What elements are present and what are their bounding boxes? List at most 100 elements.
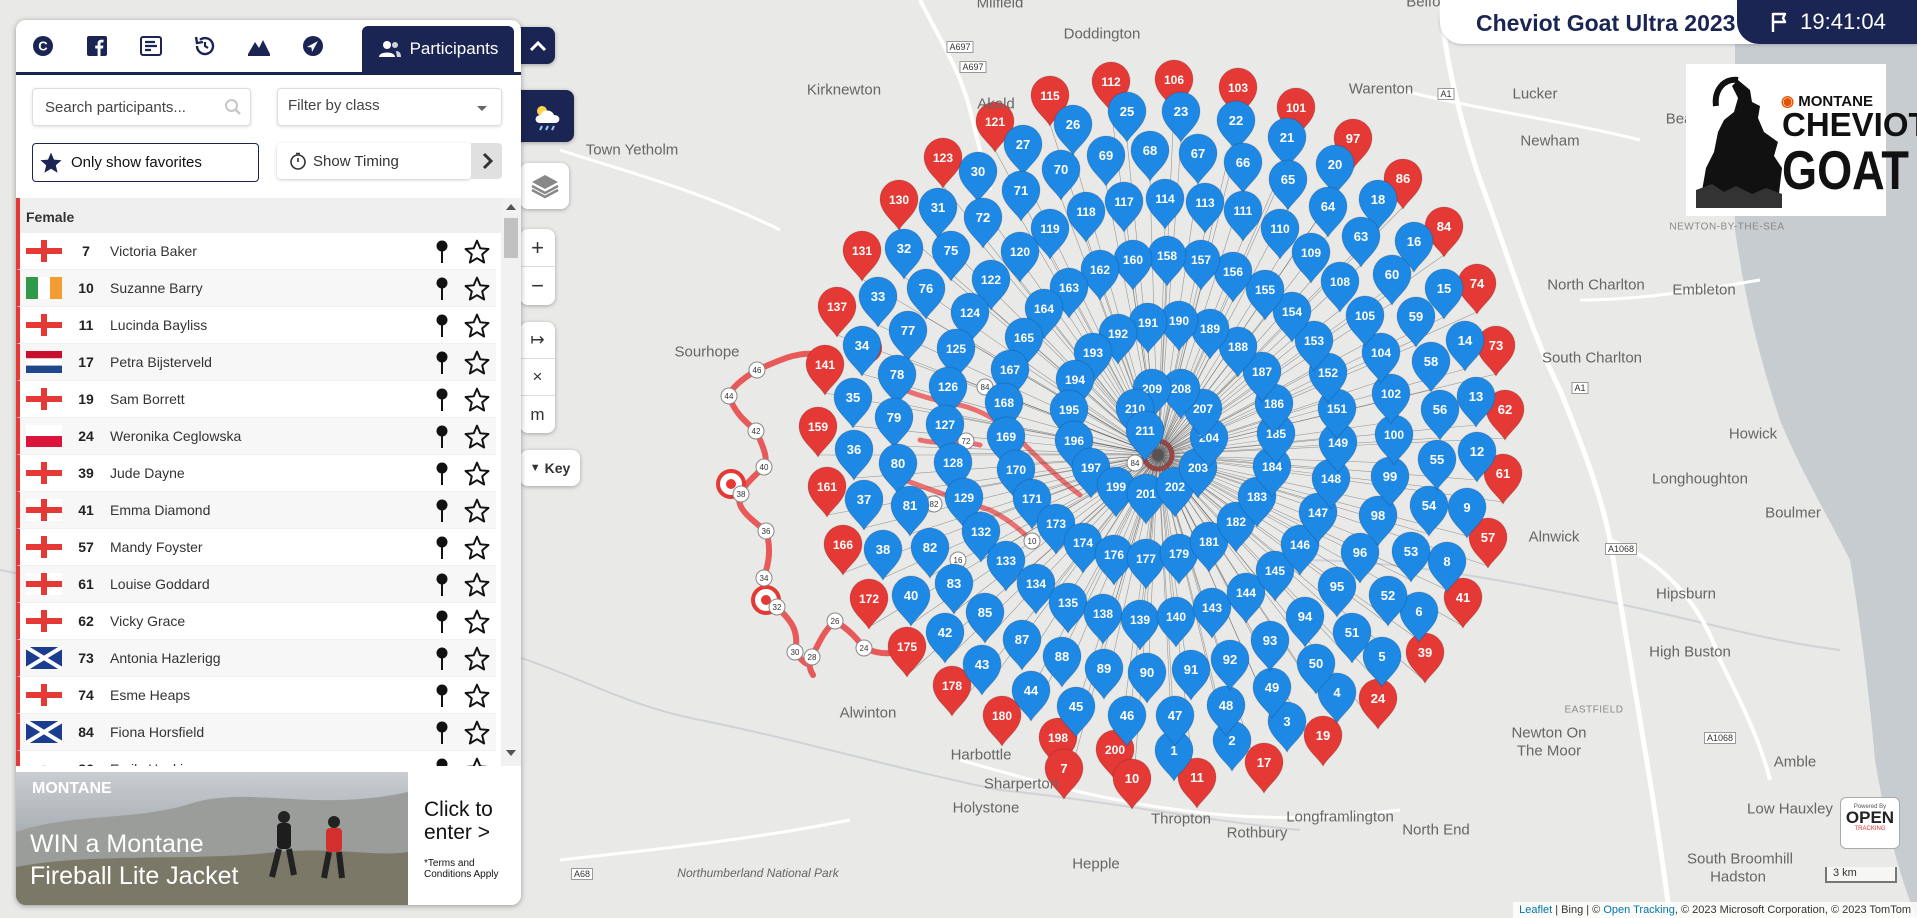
search-icon[interactable] bbox=[224, 98, 242, 116]
clear-measure-button[interactable]: × bbox=[520, 359, 555, 396]
checkpoint-marker[interactable]: 46 bbox=[748, 361, 766, 379]
marker-female[interactable]: 123 bbox=[923, 137, 963, 190]
checkpoint-marker[interactable]: 26 bbox=[826, 612, 844, 630]
marker-male[interactable]: 66 bbox=[1223, 142, 1263, 195]
participant-row[interactable]: 74 Esme Heaps bbox=[16, 677, 496, 714]
marker-male[interactable]: 42 bbox=[925, 612, 965, 665]
checkpoint-marker[interactable]: 24 bbox=[855, 639, 873, 657]
marker-male[interactable]: 53 bbox=[1391, 531, 1431, 584]
marker-male[interactable]: 135 bbox=[1048, 582, 1088, 635]
marker-male[interactable]: 143 bbox=[1192, 587, 1232, 640]
marker-male[interactable]: 111 bbox=[1223, 190, 1263, 243]
marker-male[interactable]: 33 bbox=[858, 276, 898, 329]
show-timing-button[interactable]: Show Timing bbox=[277, 143, 471, 179]
marker-male[interactable]: 88 bbox=[1042, 636, 1082, 689]
locate-pin-icon[interactable] bbox=[435, 240, 449, 264]
marker-female[interactable]: 39 bbox=[1405, 632, 1445, 685]
marker-male[interactable]: 69 bbox=[1086, 135, 1126, 188]
marker-male[interactable]: 87 bbox=[1002, 619, 1042, 672]
checkpoint-marker[interactable]: 32 bbox=[768, 598, 786, 616]
marker-male[interactable]: 60 bbox=[1372, 254, 1412, 307]
marker-female[interactable]: 175 bbox=[887, 626, 927, 679]
marker-male[interactable]: 71 bbox=[1001, 170, 1041, 223]
marker-male[interactable]: 138 bbox=[1083, 593, 1123, 646]
open-tracking-link[interactable]: Open Tracking bbox=[1603, 904, 1675, 916]
timing-next-button[interactable] bbox=[471, 143, 502, 179]
marker-male[interactable]: 64 bbox=[1308, 186, 1348, 239]
marker-male[interactable]: 118 bbox=[1066, 191, 1106, 244]
marker-male[interactable]: 70 bbox=[1041, 149, 1081, 202]
participant-row[interactable]: 39 Jude Dayne bbox=[16, 455, 496, 492]
star-outline-icon[interactable] bbox=[464, 720, 490, 746]
marker-female[interactable]: 24 bbox=[1358, 678, 1398, 731]
marker-male[interactable]: 54 bbox=[1409, 485, 1449, 538]
locate-pin-icon[interactable] bbox=[435, 536, 449, 560]
star-outline-icon[interactable] bbox=[464, 350, 490, 376]
favorites-toggle[interactable]: Only show favorites bbox=[32, 143, 259, 182]
marker-male[interactable]: 160 bbox=[1113, 239, 1153, 292]
locate-pin-icon[interactable] bbox=[435, 314, 449, 338]
marker-male[interactable]: 140 bbox=[1156, 596, 1196, 649]
marker-male[interactable]: 114 bbox=[1145, 178, 1185, 231]
marker-male[interactable]: 58 bbox=[1411, 341, 1451, 394]
marker-female[interactable]: 180 bbox=[982, 695, 1022, 748]
participant-row[interactable]: 57 Mandy Foyster bbox=[16, 529, 496, 566]
promo-cta[interactable]: Click to enter > *Terms and Conditions A… bbox=[408, 772, 521, 905]
search-input[interactable] bbox=[33, 89, 213, 125]
unit-toggle-button[interactable]: m bbox=[520, 396, 555, 433]
participant-row[interactable]: 19 Sam Borrett bbox=[16, 381, 496, 418]
checkpoint-marker[interactable]: 30 bbox=[786, 643, 804, 661]
marker-male[interactable]: 72 bbox=[963, 197, 1003, 250]
participant-row[interactable]: 73 Antonia Hazlerigg bbox=[16, 640, 496, 677]
marker-male[interactable]: 59 bbox=[1396, 296, 1436, 349]
marker-female[interactable]: 17 bbox=[1244, 742, 1284, 795]
marker-male[interactable]: 5 bbox=[1362, 636, 1402, 689]
marker-male[interactable]: 37 bbox=[844, 479, 884, 532]
checkpoint-marker[interactable]: 44 bbox=[720, 387, 738, 405]
marker-male[interactable]: 38 bbox=[863, 529, 903, 582]
star-outline-icon[interactable] bbox=[464, 313, 490, 339]
scroll-down-icon[interactable] bbox=[506, 750, 516, 756]
marker-male[interactable]: 158 bbox=[1147, 235, 1187, 288]
checkpoint-marker[interactable]: 28 bbox=[803, 648, 821, 666]
marker-male[interactable]: 67 bbox=[1178, 133, 1218, 186]
marker-male[interactable]: 30 bbox=[958, 151, 998, 204]
collapse-panel-button[interactable] bbox=[520, 27, 555, 64]
marker-male[interactable]: 56 bbox=[1420, 389, 1460, 442]
layers-button[interactable] bbox=[520, 163, 569, 209]
marker-male[interactable]: 27 bbox=[1003, 124, 1043, 177]
marker-male[interactable]: 177 bbox=[1126, 538, 1166, 591]
marker-male[interactable]: 117 bbox=[1104, 181, 1144, 234]
locate-pin-icon[interactable] bbox=[435, 610, 449, 634]
locate-pin-icon[interactable] bbox=[435, 388, 449, 412]
marker-male[interactable]: 139 bbox=[1120, 599, 1160, 652]
scroll-up-icon[interactable] bbox=[506, 204, 516, 210]
tab-participants[interactable]: Participants bbox=[362, 26, 514, 72]
star-outline-icon[interactable] bbox=[464, 572, 490, 598]
star-outline-icon[interactable] bbox=[464, 387, 490, 413]
checkpoint-marker[interactable]: 36 bbox=[757, 522, 775, 540]
list-scrollbar[interactable] bbox=[501, 198, 521, 766]
star-outline-icon[interactable] bbox=[464, 757, 490, 766]
checkpoint-marker[interactable]: 38 bbox=[732, 485, 750, 503]
marker-female[interactable]: 159 bbox=[798, 406, 838, 459]
star-outline-icon[interactable] bbox=[464, 239, 490, 265]
marker-male[interactable]: 89 bbox=[1084, 648, 1124, 701]
locate-pin-icon[interactable] bbox=[435, 647, 449, 671]
marker-female[interactable]: 172 bbox=[849, 578, 889, 631]
marker-male[interactable]: 68 bbox=[1130, 130, 1170, 183]
marker-female[interactable]: 19 bbox=[1303, 715, 1343, 768]
marker-female[interactable]: 161 bbox=[807, 466, 847, 519]
star-outline-icon[interactable] bbox=[464, 424, 490, 450]
tab-elevation[interactable] bbox=[232, 20, 286, 72]
scroll-thumb[interactable] bbox=[504, 218, 518, 258]
participant-row[interactable]: 11 Lucinda Bayliss bbox=[16, 307, 496, 344]
star-outline-icon[interactable] bbox=[464, 683, 490, 709]
locate-pin-icon[interactable] bbox=[435, 684, 449, 708]
marker-male[interactable]: 14 bbox=[1445, 320, 1485, 373]
locate-pin-icon[interactable] bbox=[435, 499, 449, 523]
participant-row[interactable]: 61 Louise Goddard bbox=[16, 566, 496, 603]
marker-male[interactable]: 78 bbox=[877, 354, 917, 407]
marker-male[interactable]: 95 bbox=[1317, 566, 1357, 619]
marker-male[interactable]: 35 bbox=[833, 377, 873, 430]
